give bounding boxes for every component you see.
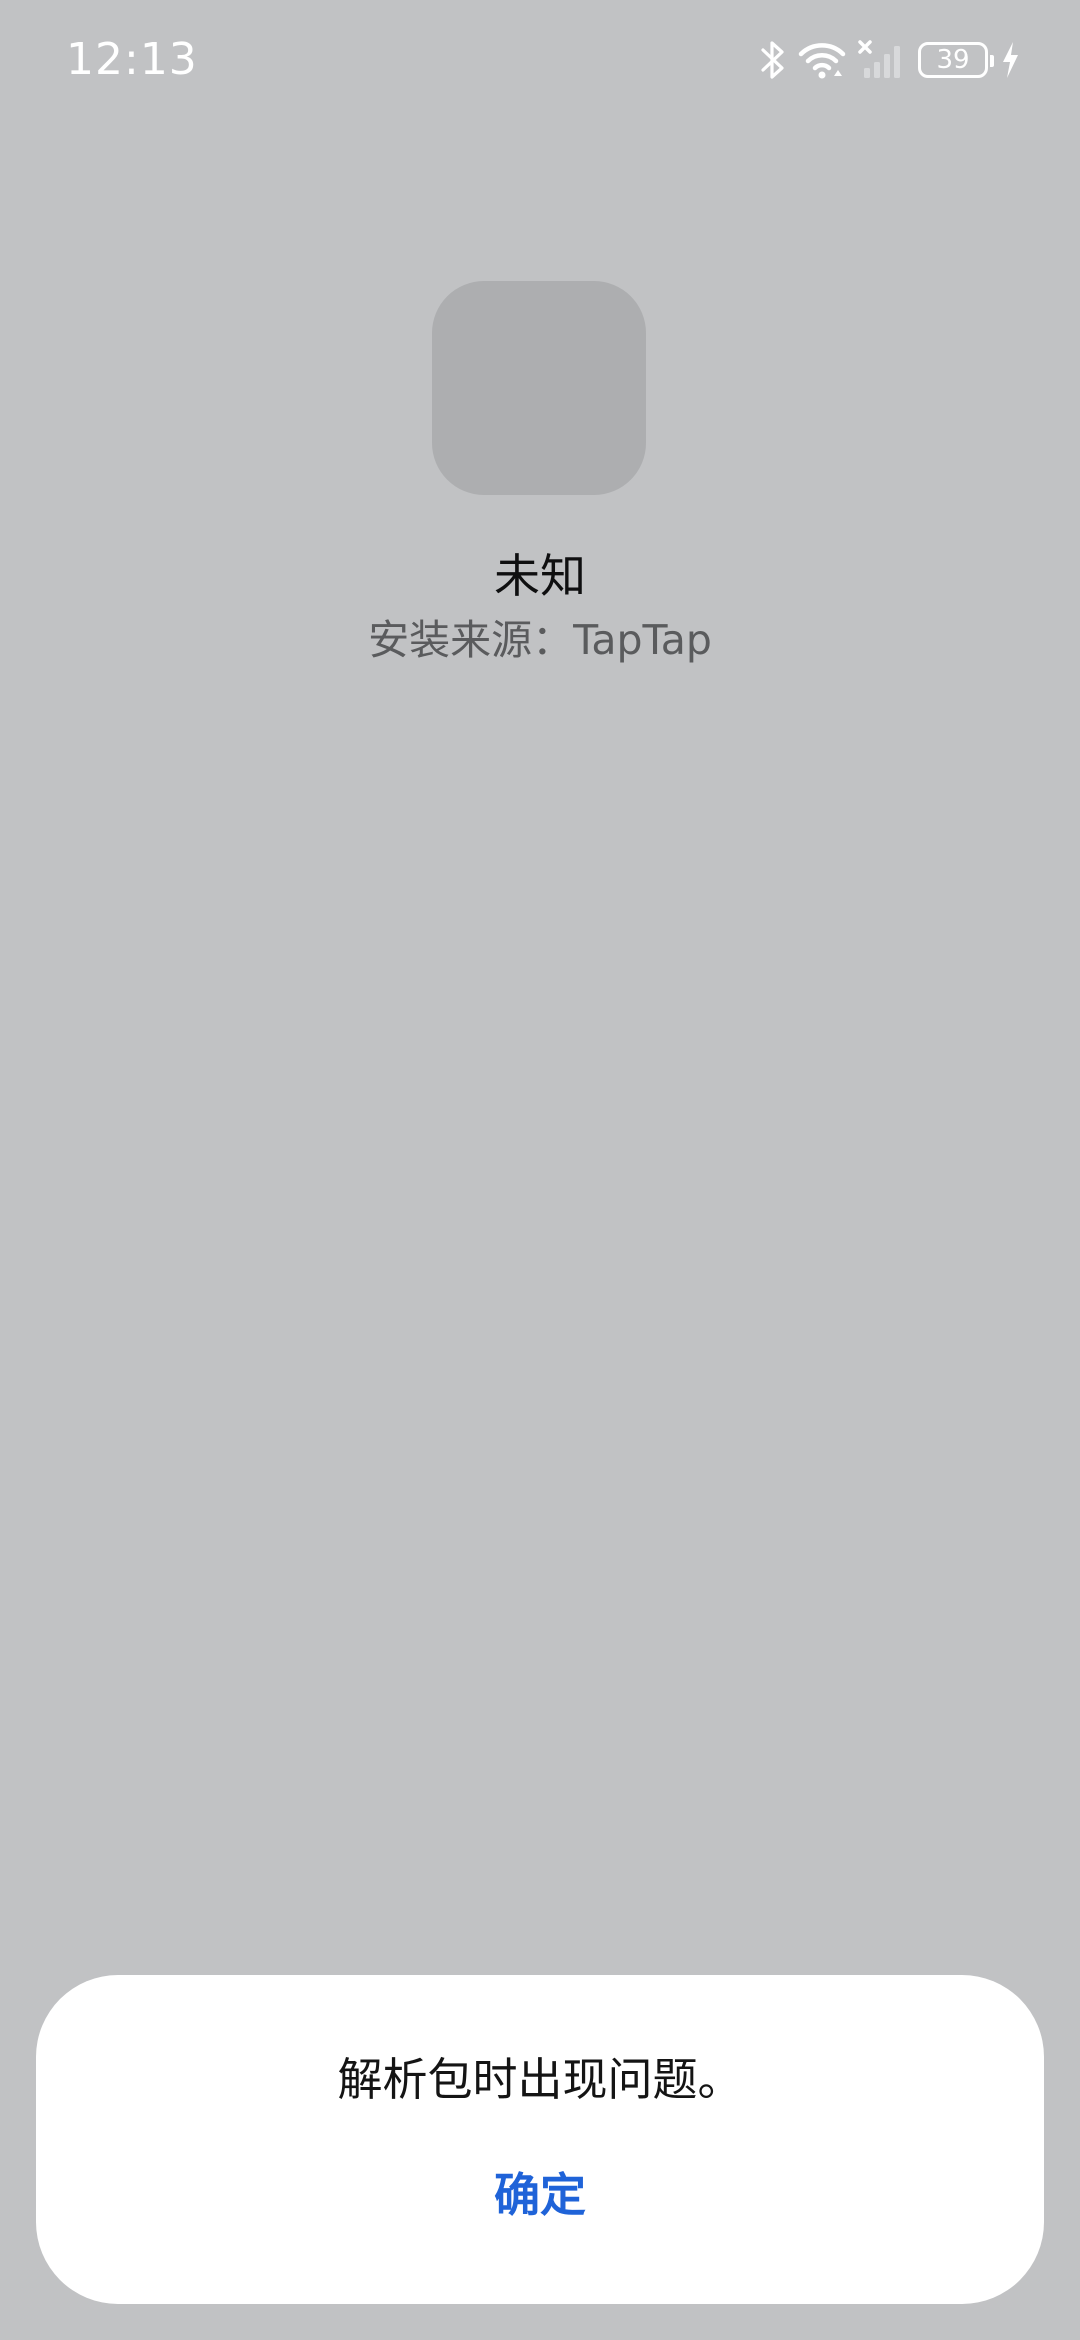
battery-level: 39 [936, 45, 970, 75]
install-source: 安装来源：TapTap [368, 616, 712, 664]
app-icon-placeholder [432, 281, 646, 495]
charging-icon [1000, 40, 1020, 80]
error-dialog: 解析包时出现问题。 确定 [36, 1975, 1044, 2304]
bluetooth-icon [760, 40, 786, 80]
no-signal-icon [858, 40, 906, 80]
status-icons: 39 [760, 36, 1020, 84]
status-bar: 12:13 39 [0, 0, 1080, 120]
confirm-button[interactable]: 确定 [390, 2155, 690, 2235]
app-name: 未知 [494, 549, 586, 603]
dialog-message: 解析包时出现问题。 [337, 2053, 743, 2106]
status-time: 12:13 [66, 34, 198, 85]
battery-icon: 39 [918, 42, 994, 78]
wifi-icon [798, 40, 846, 80]
